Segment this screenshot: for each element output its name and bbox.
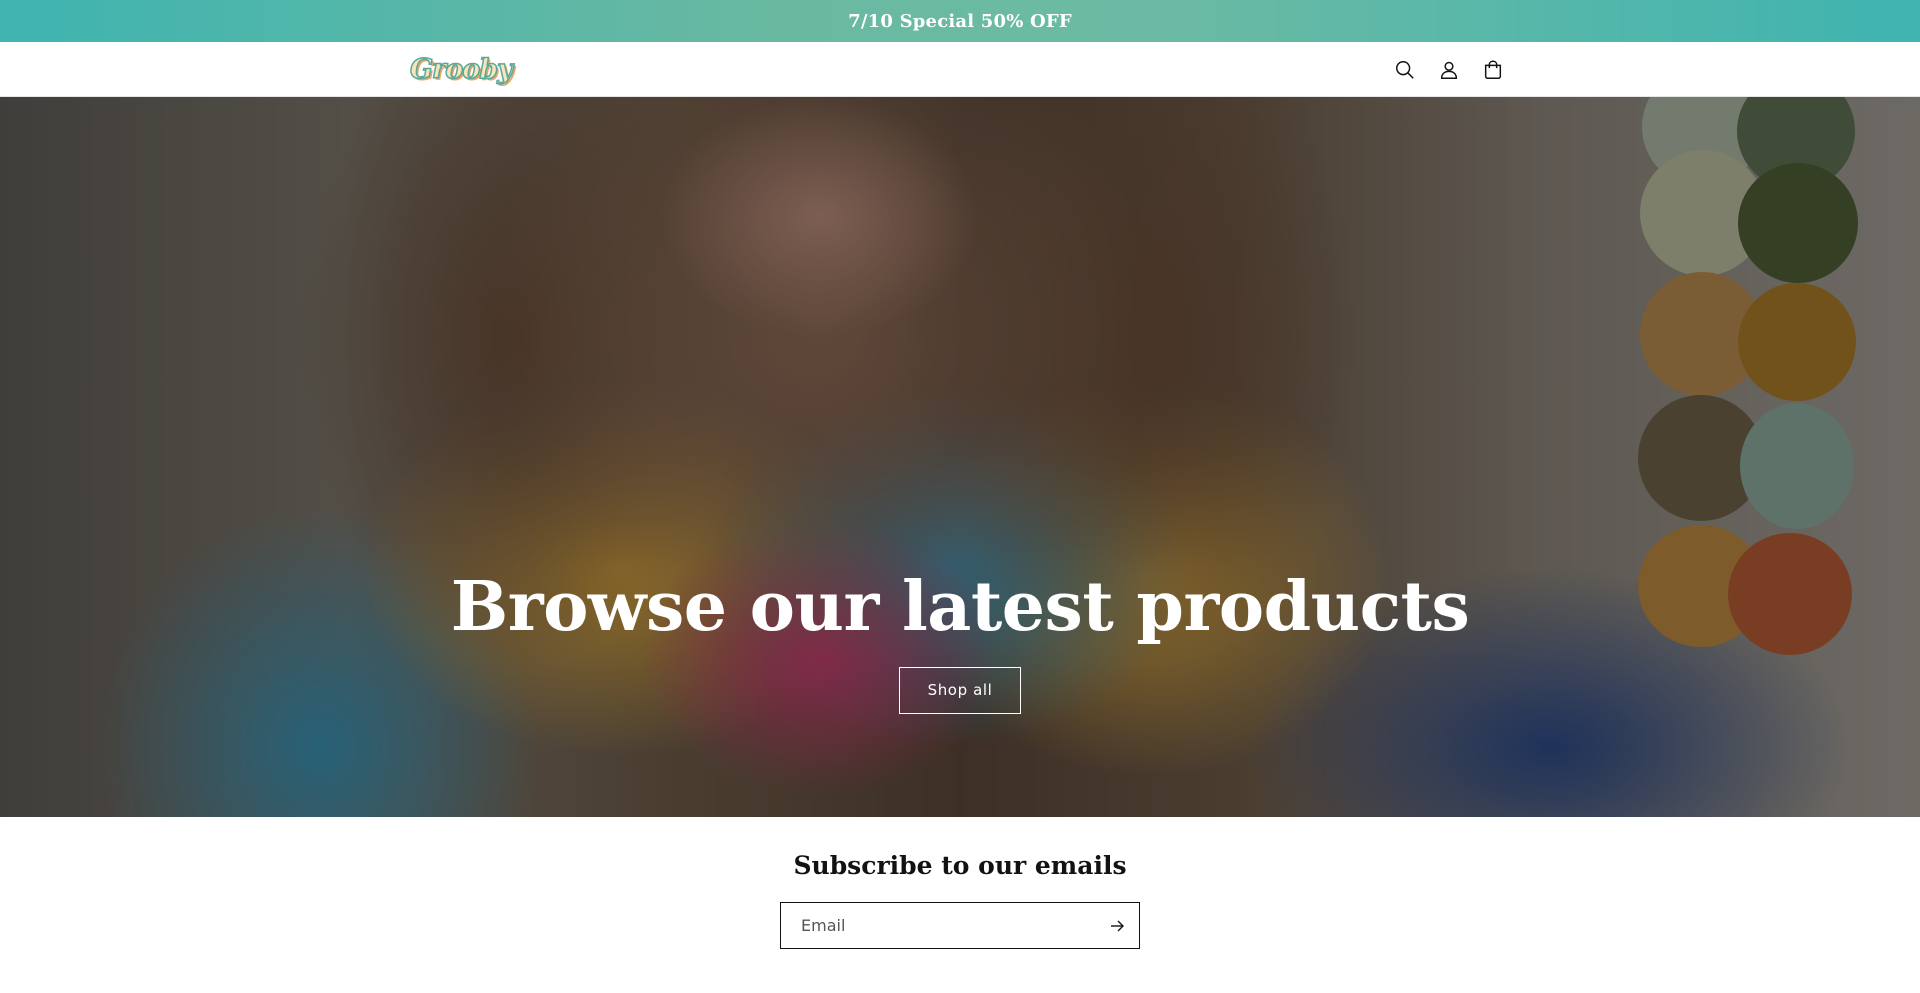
arrow-right-icon — [1111, 920, 1124, 931]
hero-content: Browse our latest products Shop all — [0, 567, 1920, 714]
subscribe-button[interactable] — [1095, 903, 1139, 948]
announcement-text: 7/10 Special 50% OFF — [848, 10, 1072, 32]
shop-all-button[interactable]: Shop all — [899, 666, 1021, 714]
search-icon — [1396, 61, 1414, 79]
header-icons — [1386, 51, 1512, 89]
cart-icon — [1484, 60, 1502, 79]
site-header: Grooby — [0, 42, 1920, 97]
newsletter-title: Subscribe to our emails — [793, 851, 1127, 880]
hero-banner: Browse our latest products Shop all — [0, 97, 1920, 817]
hero-title: Browse our latest products — [450, 567, 1470, 647]
newsletter-section: Subscribe to our emails — [0, 817, 1920, 993]
email-input[interactable] — [781, 903, 1095, 948]
announcement-bar: 7/10 Special 50% OFF — [0, 0, 1920, 42]
logo[interactable]: Grooby — [409, 50, 513, 88]
email-field — [780, 902, 1140, 949]
account-icon — [1440, 61, 1458, 79]
logo-text: Grooby — [409, 53, 513, 86]
account-button[interactable] — [1430, 51, 1468, 89]
search-button[interactable] — [1386, 51, 1424, 89]
cart-button[interactable] — [1474, 51, 1512, 89]
